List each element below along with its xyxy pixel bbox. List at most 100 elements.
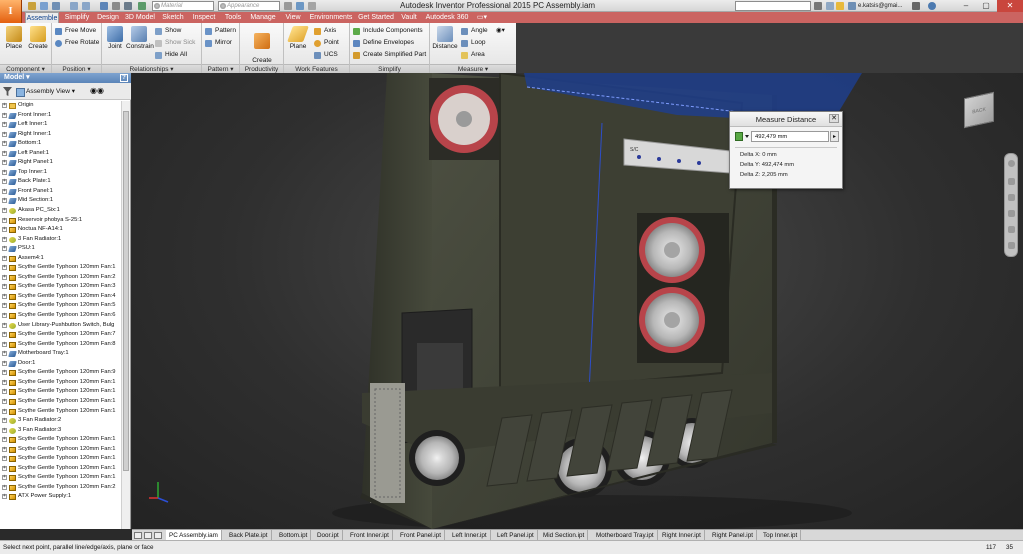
tree-item[interactable]: + Scythe Gentle Typhoon 120mm Fan:1	[0, 263, 121, 273]
open-icon[interactable]	[40, 2, 48, 10]
tree-item[interactable]: + Scythe Gentle Typhoon 120mm Fan:1	[0, 473, 121, 483]
tree-item[interactable]: + Right Panel:1	[0, 158, 121, 168]
tree-item[interactable]: + Back Plate:1	[0, 177, 121, 187]
expand-icon[interactable]: +	[2, 217, 7, 223]
tree-item[interactable]: + Scythe Gentle Typhoon 120mm Fan:9	[0, 368, 121, 378]
fx-icon[interactable]	[296, 2, 304, 10]
clear-icon[interactable]	[284, 2, 292, 10]
tile-vertical-icon[interactable]	[134, 532, 142, 539]
expand-icon[interactable]: +	[2, 379, 7, 385]
save-icon[interactable]	[52, 2, 60, 10]
zoom-icon[interactable]	[1008, 194, 1015, 201]
browser-help-button[interactable]: ?	[120, 74, 128, 82]
tree-item[interactable]: + Scythe Gentle Typhoon 120mm Fan:1	[0, 387, 121, 397]
view-cube[interactable]: BACK	[964, 91, 994, 129]
hide-all-button[interactable]: Hide All	[155, 50, 187, 60]
expand-icon[interactable]: +	[2, 198, 7, 204]
expand-icon[interactable]: +	[2, 293, 7, 299]
tab-design[interactable]: Design	[95, 12, 121, 23]
search-icon[interactable]	[814, 2, 822, 10]
expand-icon[interactable]: +	[2, 103, 7, 108]
tree-item[interactable]: + Reservoir phobya S-25:1	[0, 216, 121, 226]
tree-item[interactable]: + PSU:1	[0, 244, 121, 254]
tree-item[interactable]: + Front Inner:1	[0, 111, 121, 121]
tree-item[interactable]: + Scythe Gentle Typhoon 120mm Fan:6	[0, 311, 121, 321]
expand-icon[interactable]: +	[2, 255, 7, 261]
include-components-button[interactable]: Include Components	[353, 26, 423, 36]
measure-mode-icon[interactable]	[735, 132, 743, 141]
axis-button[interactable]: Axis	[314, 26, 336, 36]
point-button[interactable]: Point	[314, 38, 339, 48]
tree-item[interactable]: + Bottom:1	[0, 139, 121, 149]
nav-options-icon[interactable]	[1008, 242, 1015, 249]
measure-distance-value[interactable]: 492,479 mm	[751, 131, 829, 142]
tree-item[interactable]: +3 Fan Radiator:3	[0, 426, 121, 436]
pan-icon[interactable]	[1008, 178, 1015, 185]
expand-icon[interactable]: +	[2, 122, 7, 128]
redo-icon[interactable]	[82, 2, 90, 10]
loop-button[interactable]: Loop	[461, 38, 485, 48]
angle-button[interactable]: Angle	[461, 26, 488, 36]
tree-item[interactable]: + Scythe Gentle Typhoon 120mm Fan:8	[0, 340, 121, 350]
define-envelopes-button[interactable]: Define Envelopes	[353, 38, 414, 48]
update-icon[interactable]	[112, 2, 120, 10]
tab-view[interactable]: View	[282, 12, 304, 23]
expand-icon[interactable]: +	[2, 246, 7, 252]
expand-icon[interactable]: +	[2, 360, 7, 366]
area-button[interactable]: Area	[461, 50, 485, 60]
customize-icon[interactable]	[308, 2, 316, 10]
measure-dialog-title[interactable]: Measure Distance	[730, 112, 842, 127]
show-button[interactable]: Show	[155, 26, 181, 36]
orbit-icon[interactable]	[1008, 210, 1015, 217]
favorites-star-icon[interactable]	[836, 2, 844, 10]
tree-item[interactable]: + Scythe Gentle Typhoon 120mm Fan:1	[0, 464, 121, 474]
free-rotate-button[interactable]: Free Rotate	[55, 38, 99, 48]
measure-options-button[interactable]: ◉▾	[496, 26, 505, 36]
tree-item[interactable]: + Scythe Gentle Typhoon 120mm Fan:1	[0, 407, 121, 417]
position-panel-label[interactable]: Position ▾	[52, 64, 101, 73]
ribbon-options-icon[interactable]: ▭▾	[474, 12, 490, 23]
undo-icon[interactable]	[70, 2, 78, 10]
create-simplified-part-button[interactable]: Create Simplified Part	[353, 50, 426, 60]
tree-item[interactable]: + Assem4:1	[0, 254, 121, 264]
ucs-button[interactable]: UCS	[314, 50, 338, 60]
tree-item[interactable]: + Origin	[0, 101, 121, 111]
expand-icon[interactable]: +	[2, 398, 7, 404]
expand-icon[interactable]: +	[2, 313, 7, 319]
mirror-button[interactable]: Mirror	[205, 38, 232, 48]
expand-icon[interactable]: +	[2, 332, 7, 338]
tree-item[interactable]: + Mid Section:1	[0, 196, 121, 206]
tree-item[interactable]: +3 Fan Radiator:2	[0, 416, 121, 426]
close-button[interactable]: ✕	[997, 0, 1023, 12]
browser-scrollbar[interactable]	[121, 101, 130, 529]
help-search-input[interactable]	[735, 1, 811, 11]
tab-sketch[interactable]: Sketch	[160, 12, 186, 23]
expand-icon[interactable]: +	[2, 351, 7, 357]
tree-item[interactable]: + Right Inner:1	[0, 130, 121, 140]
tab-inspect[interactable]: Inspect	[190, 12, 218, 23]
application-menu-button[interactable]: I	[0, 0, 22, 24]
expand-icon[interactable]: +	[2, 370, 7, 376]
tree-item[interactable]: + Scythe Gentle Typhoon 120mm Fan:5	[0, 301, 121, 311]
expand-icon[interactable]: +	[2, 475, 7, 481]
tree-item[interactable]: + Scythe Gentle Typhoon 120mm Fan:1	[0, 397, 121, 407]
browser-title[interactable]: Model ▾ ?	[0, 73, 131, 83]
expand-icon[interactable]: +	[2, 322, 7, 328]
new-icon[interactable]	[28, 2, 36, 10]
tab-simplify[interactable]: Simplify	[62, 12, 92, 23]
expand-icon[interactable]: +	[2, 160, 7, 166]
tree-item[interactable]: + ATX Power Supply:1	[0, 492, 121, 502]
bottom-fan-front[interactable]	[415, 436, 459, 480]
show-sick-button[interactable]: Show Sick	[155, 38, 195, 48]
tab-autodesk-360[interactable]: Autodesk 360	[424, 12, 470, 23]
expand-icon[interactable]: +	[2, 227, 7, 233]
expand-icon[interactable]: +	[2, 131, 7, 137]
tree-item[interactable]: + Left Inner:1	[0, 120, 121, 130]
tree-item[interactable]: + Scythe Gentle Typhoon 120mm Fan:1	[0, 378, 121, 388]
tree-item[interactable]: + Scythe Gentle Typhoon 120mm Fan:2	[0, 483, 121, 493]
minimize-button[interactable]: –	[956, 0, 976, 12]
expand-icon[interactable]: +	[2, 188, 7, 194]
steering-wheel-icon[interactable]	[1008, 160, 1015, 167]
expand-icon[interactable]: +	[2, 341, 7, 347]
exchange-icon[interactable]	[912, 2, 920, 10]
